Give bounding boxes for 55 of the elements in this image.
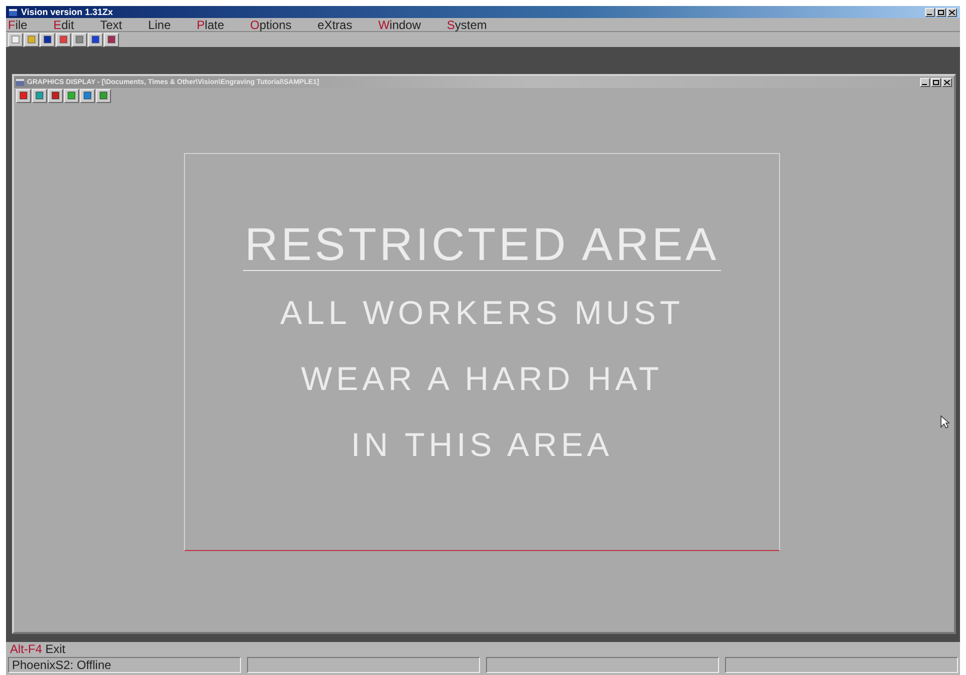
toolbar-button[interactable] (8, 32, 23, 46)
sign-text: ALL WORKERS MUST (280, 293, 684, 333)
minimize-button[interactable] (920, 78, 930, 86)
square-icon (27, 35, 36, 44)
mouse-cursor-icon (940, 415, 950, 429)
square-icon (75, 35, 84, 44)
square-icon (35, 91, 44, 100)
square-icon (59, 35, 68, 44)
toolbar-button[interactable] (48, 88, 63, 102)
sign-text: IN THIS AREA (351, 425, 613, 465)
toolbar-button[interactable] (24, 32, 39, 46)
window-icon (16, 78, 24, 86)
square-icon (51, 91, 60, 100)
close-button[interactable] (947, 8, 957, 16)
square-icon (11, 35, 20, 44)
square-icon (83, 91, 92, 100)
status-pane: PhoenixS2: Offline (8, 657, 241, 673)
close-icon (944, 80, 950, 84)
toolbar-button[interactable] (80, 88, 95, 102)
toolbar-button[interactable] (96, 88, 111, 102)
toolbar-button[interactable] (56, 32, 71, 46)
menu-item[interactable]: Window (378, 18, 421, 30)
maximize-button[interactable] (936, 8, 946, 16)
menu-item[interactable]: Line (148, 18, 171, 30)
square-icon (107, 35, 116, 44)
maximize-button[interactable] (931, 78, 941, 86)
maximize-icon (933, 80, 939, 84)
square-icon (99, 91, 108, 100)
menu-item[interactable]: Edit (53, 18, 74, 30)
toolbar-button[interactable] (40, 32, 55, 46)
maximize-icon (938, 10, 944, 14)
close-button[interactable] (942, 78, 952, 86)
toolbar-button[interactable] (16, 88, 31, 102)
app-icon (9, 8, 17, 16)
toolbar-button[interactable] (72, 32, 87, 46)
shortcut-hint: Alt-F4 Exit (10, 642, 66, 656)
close-icon (949, 10, 955, 14)
menu-item[interactable]: Plate (196, 18, 224, 30)
menu-item[interactable]: eXtras (318, 18, 352, 30)
square-icon (19, 91, 28, 100)
sign-text: WEAR A HARD HAT (301, 359, 663, 399)
toolbar-button[interactable] (64, 88, 79, 102)
toolbar-button[interactable] (104, 32, 119, 46)
square-icon (91, 35, 100, 44)
menu-item[interactable]: System (446, 18, 487, 30)
square-icon (43, 35, 52, 44)
square-icon (67, 91, 76, 100)
menu-item[interactable]: Text (100, 18, 122, 30)
window-title: Vision version 1.31Zx (21, 7, 113, 17)
sign-heading: RESTRICTED AREA (242, 218, 722, 271)
toolbar-button[interactable] (88, 32, 103, 46)
menu-item[interactable]: Options (250, 18, 292, 30)
menu-item[interactable]: File (8, 18, 28, 30)
minimize-button[interactable] (925, 8, 935, 16)
toolbar-button[interactable] (32, 88, 47, 102)
